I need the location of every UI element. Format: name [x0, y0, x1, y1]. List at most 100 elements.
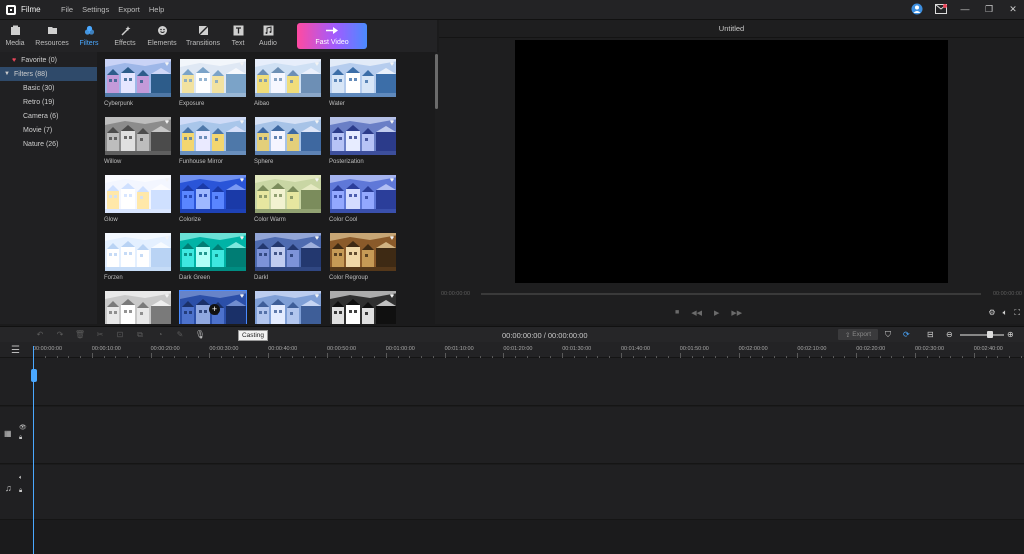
play-icon[interactable]: ▶ [714, 309, 719, 317]
delete-icon[interactable]: 🗑︎ [70, 330, 90, 339]
sidebar-item-filters[interactable]: ▼ Filters (88) [0, 67, 97, 81]
favorite-heart-icon[interactable]: ♥ [390, 61, 394, 68]
fast-video-button[interactable]: Fast Video [297, 23, 367, 49]
filter-thumbnail[interactable]: ♥ + [179, 290, 247, 324]
filter-thumbnail[interactable]: ♥ [104, 290, 172, 324]
sidebar-item-basic[interactable]: Basic (30) [0, 81, 97, 95]
track-menu-icon[interactable]: ☰ [11, 345, 20, 356]
filter-thumbnail[interactable]: ♥ [329, 290, 397, 324]
speed-icon[interactable]: ◔ [150, 330, 170, 339]
split-icon[interactable]: ✂ [90, 330, 110, 339]
favorite-heart-icon[interactable]: ♥ [165, 61, 169, 68]
minimize-icon[interactable]: — [958, 2, 972, 16]
filter-thumbnail[interactable]: ♥ [179, 116, 247, 156]
filter-card[interactable]: ♥ Willow [104, 116, 174, 165]
loop-icon[interactable]: ⟳ [903, 330, 910, 339]
filter-card[interactable]: ♥ DarkI [254, 232, 324, 281]
filter-card[interactable]: ♥ Forzen [104, 232, 174, 281]
favorite-heart-icon[interactable]: ♥ [165, 235, 169, 242]
volume-icon[interactable]: 🔈︎ [1003, 308, 1008, 318]
filter-card[interactable]: ♥ Water [329, 58, 399, 107]
favorite-heart-icon[interactable]: ♥ [240, 293, 244, 300]
filter-card[interactable]: ♥ Glow [104, 174, 174, 223]
marker-icon[interactable]: ⛉ [885, 330, 891, 340]
filter-thumbnail[interactable]: ♥ [179, 232, 247, 272]
redo-icon[interactable]: ↷ [50, 330, 70, 339]
filter-thumbnail[interactable]: ♥ [254, 116, 322, 156]
restore-icon[interactable]: ❐ [982, 2, 996, 16]
favorite-heart-icon[interactable]: ♥ [390, 293, 394, 300]
filter-thumbnail[interactable]: ♥ [104, 58, 172, 98]
crop-icon[interactable]: ⊡ [110, 330, 130, 339]
previous-frame-icon[interactable]: ◀◀ [691, 309, 702, 317]
tab-transitions[interactable]: Transitions [178, 20, 228, 52]
sidebar-item-favorite[interactable]: ♥ Favorite (0) [0, 53, 97, 67]
filter-thumbnail[interactable]: ♥ [254, 290, 322, 324]
filter-card[interactable]: ♥ Posterization [329, 116, 399, 165]
tab-elements[interactable]: Elements [146, 20, 178, 52]
menu-help[interactable]: Help [149, 5, 164, 14]
export-button[interactable]: ⇪ Export [838, 329, 878, 340]
favorite-heart-icon[interactable]: ♥ [165, 119, 169, 126]
filter-card[interactable]: ♥ [254, 290, 324, 324]
favorite-heart-icon[interactable]: ♥ [315, 293, 319, 300]
stop-icon[interactable]: ■ [675, 309, 679, 317]
zoom-out-icon[interactable]: ⊖ [946, 330, 953, 339]
favorite-heart-icon[interactable]: ♥ [165, 293, 169, 300]
mail-icon[interactable] [934, 2, 948, 16]
filter-thumbnail[interactable]: ♥ [104, 174, 172, 214]
tab-effects[interactable]: Effects [104, 20, 146, 52]
scrollbar-thumb[interactable] [435, 54, 438, 109]
timeline-ruler[interactable]: ☰ 00:00:00:00 00:00:10:00 00:00:20:00 00:00… [0, 342, 1024, 358]
fit-timeline-icon[interactable]: ⊟ [927, 330, 934, 339]
lock-icon[interactable]: 🔒︎ [19, 488, 22, 495]
account-icon[interactable] [910, 2, 924, 16]
favorite-heart-icon[interactable]: ♥ [240, 177, 244, 184]
visibility-eye-icon[interactable]: 👁︎ [19, 424, 27, 431]
sidebar-item-movie[interactable]: Movie (7) [0, 123, 97, 137]
tab-text[interactable]: Text [228, 20, 248, 52]
filter-thumbnail[interactable]: ♥ [254, 58, 322, 98]
fullscreen-icon[interactable]: ⛶ [1014, 308, 1020, 318]
favorite-heart-icon[interactable]: ♥ [240, 119, 244, 126]
filter-thumbnail[interactable]: ♥ [329, 58, 397, 98]
sidebar-item-camera[interactable]: Camera (6) [0, 109, 97, 123]
tab-audio[interactable]: Audio [248, 20, 288, 52]
favorite-heart-icon[interactable]: ♥ [315, 61, 319, 68]
filter-card[interactable]: ♥ Exposure [179, 58, 249, 107]
zoom-in-icon[interactable]: ⊕ [1007, 330, 1014, 339]
filter-card[interactable]: ♥ Color Cool [329, 174, 399, 223]
zoom-slider[interactable] [960, 334, 1004, 336]
filter-card[interactable]: ♥ Cyberpunk [104, 58, 174, 107]
tab-resources[interactable]: Resources [30, 20, 74, 52]
favorite-heart-icon[interactable]: ♥ [315, 177, 319, 184]
add-filter-icon[interactable]: + [209, 304, 220, 315]
favorite-heart-icon[interactable]: ♥ [390, 119, 394, 126]
favorite-heart-icon[interactable]: ♥ [165, 177, 169, 184]
filter-thumbnail[interactable]: ♥ [254, 232, 322, 272]
filter-card[interactable]: ♥ Sphere [254, 116, 324, 165]
filter-card[interactable]: ♥ Color Warm [254, 174, 324, 223]
favorite-heart-icon[interactable]: ♥ [315, 235, 319, 242]
filter-card[interactable]: ♥ Colorize [179, 174, 249, 223]
favorite-heart-icon[interactable]: ♥ [315, 119, 319, 126]
microphone-icon[interactable]: 🎙︎ [190, 330, 210, 339]
filter-thumbnail[interactable]: ♥ [179, 174, 247, 214]
tab-filters[interactable]: Filters [74, 20, 104, 52]
filter-thumbnail[interactable]: ♥ [179, 58, 247, 98]
settings-gear-icon[interactable]: ⚙ [988, 308, 995, 318]
filter-thumbnail[interactable]: ♥ [329, 174, 397, 214]
audio-volume-icon[interactable]: 🔈︎ [19, 475, 23, 482]
filter-card[interactable]: ♥ + [179, 290, 249, 324]
edit-icon[interactable]: ✎ [170, 330, 190, 339]
filter-thumbnail[interactable]: ♥ [104, 116, 172, 156]
menu-settings[interactable]: Settings [82, 5, 109, 14]
filter-card[interactable]: ♥ [329, 290, 399, 324]
overlay-track[interactable] [0, 358, 1024, 406]
sidebar-item-nature[interactable]: Nature (26) [0, 137, 97, 151]
preview-progress-bar[interactable] [481, 293, 981, 295]
filter-card[interactable]: ♥ Color Regroup [329, 232, 399, 281]
filter-thumbnail[interactable]: ♥ [329, 232, 397, 272]
menu-export[interactable]: Export [118, 5, 140, 14]
undo-icon[interactable]: ↶ [30, 330, 50, 339]
